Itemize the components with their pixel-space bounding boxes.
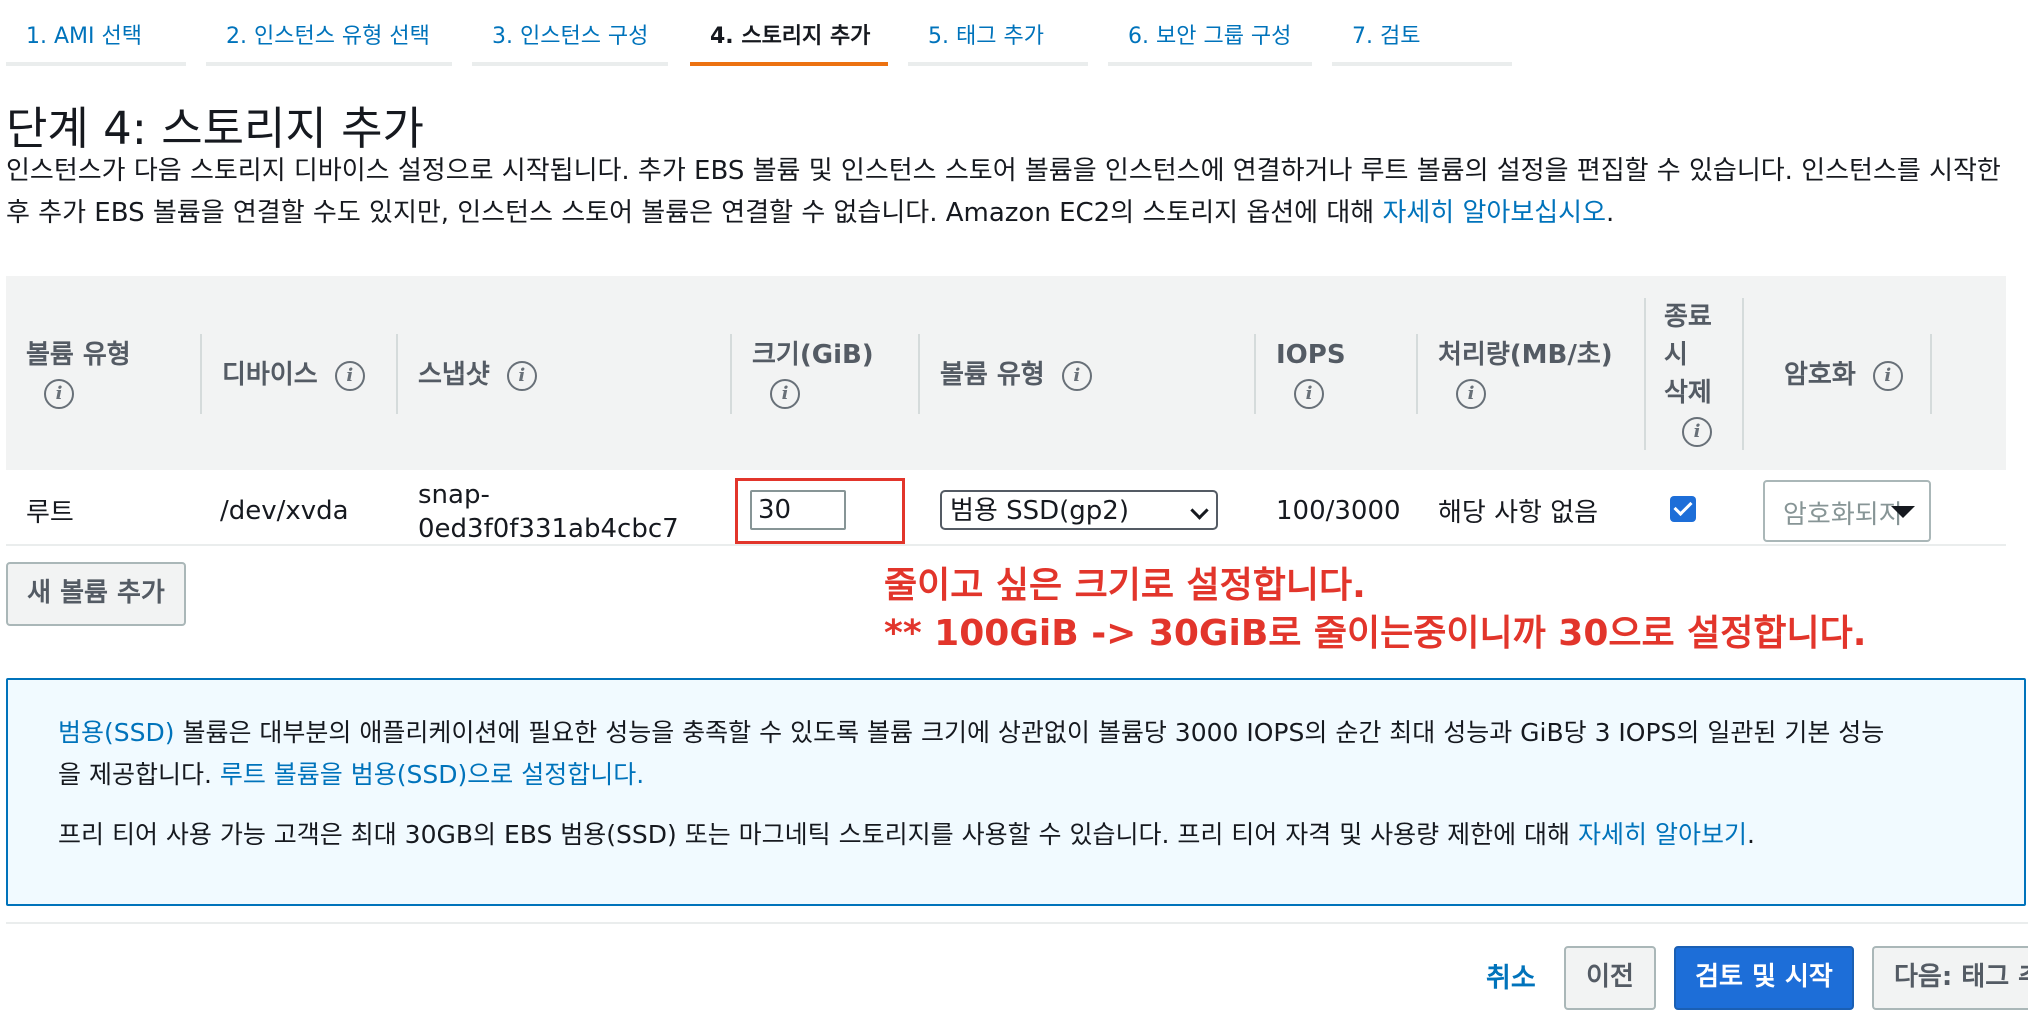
info-paragraph-2: 프리 티어 사용 가능 고객은 최대 30GB의 EBS 범용(SSD) 또는 … [58,820,1755,849]
header-volume-type: 볼륨 유형 i [26,336,131,412]
info-icon[interactable]: i [1872,360,1903,391]
header-iops: IOPS i [1276,336,1346,412]
info-box: 범용(SSD) 볼륨은 대부분의 애플리케이션에 필요한 성능을 충족할 수 있… [6,678,2026,906]
volume-type-select[interactable]: 범용 SSD(gp2) [940,490,1218,530]
tab-add-storage[interactable]: 4. 스토리지 추가 [690,0,888,66]
info-icon[interactable]: i [506,360,537,391]
cell-device: /dev/xvda [220,496,349,526]
cell-throughput: 해당 사항 없음 [1438,498,1599,528]
header-device: 디바이스 i [222,356,365,394]
tab-add-tags[interactable]: 5. 태그 추가 [908,0,1088,66]
description-line-1: 인스턴스가 다음 스토리지 디바이스 설정으로 시작됩니다. 추가 EBS 볼륨… [6,156,2001,186]
next-add-tags-button[interactable]: 다음: 태그 추가 [1872,946,2028,1010]
info-icon[interactable]: i [1682,416,1712,447]
set-root-ssd-link[interactable]: 루트 볼륨을 범용(SSD)으로 설정합니다. [220,760,644,789]
learn-more-storage-link[interactable]: 자세히 알아보십시오 [1382,198,1606,228]
previous-button[interactable]: 이전 [1564,946,1656,1010]
cell-iops: 100/3000 [1276,496,1401,526]
info-icon[interactable]: i [1061,360,1092,391]
info-icon[interactable]: i [770,378,800,409]
footer-divider [6,922,2028,924]
cancel-link[interactable]: 취소 [1486,956,1536,995]
review-and-launch-button[interactable]: 검토 및 시작 [1674,946,1854,1010]
header-volume-kind: 볼륨 유형 i [940,356,1092,394]
annotation-line-1: 줄이고 싶은 크기로 설정합니다. [884,565,1366,606]
tab-security-group[interactable]: 6. 보안 그룹 구성 [1108,0,1312,66]
header-throughput: 처리량(MB/초) i [1438,336,1613,412]
description-line-2: 후 추가 EBS 볼륨을 연결할 수도 있지만, 인스턴스 스토어 볼륨은 연결… [6,198,1375,228]
cell-snapshot: snap- 0ed3f0f331ab4cbc7 [418,480,679,544]
delete-on-termination-checkbox[interactable] [1670,496,1696,522]
tab-ami[interactable]: 1. AMI 선택 [6,0,186,66]
page-title: 단계 4: 스토리지 추가 [6,102,424,155]
info-icon[interactable]: i [44,378,74,409]
cell-volume-type: 루트 [26,498,74,528]
info-icon[interactable]: i [1294,378,1324,409]
dropdown-arrow-icon [1891,506,1915,518]
header-size: 크기(GiB) i [752,336,874,412]
tab-configure-instance[interactable]: 3. 인스턴스 구성 [472,0,668,66]
encryption-select[interactable]: 암호화되지 [1763,480,1931,542]
info-icon[interactable]: i [1456,378,1486,409]
info-paragraph-1: 범용(SSD) 볼륨은 대부분의 애플리케이션에 필요한 성능을 충족할 수 있… [58,718,1885,789]
annotation-line-2: ** 100GiB -> 30GiB로 줄이는중이니까 30으로 설정합니다. [884,613,1867,654]
header-delete-on-termination: 종료 시 삭제 i [1664,298,1712,450]
general-purpose-ssd-link[interactable]: 범용(SSD) [58,718,175,747]
header-encryption: 암호화 i [1784,356,1903,394]
description-period: . [1606,198,1615,228]
add-volume-button[interactable]: 새 볼륨 추가 [6,562,186,626]
highlight-box [735,478,905,544]
header-snapshot: 스냅샷 i [418,356,537,394]
chevron-down-icon [1190,501,1209,520]
page-description: 인스턴스가 다음 스토리지 디바이스 설정으로 시작됩니다. 추가 EBS 볼륨… [6,150,2026,234]
free-tier-learn-more-link[interactable]: 자세히 알아보기 [1578,820,1747,849]
tab-instance-type[interactable]: 2. 인스턴스 유형 선택 [206,0,452,66]
tab-review[interactable]: 7. 검토 [1332,0,1512,66]
info-icon[interactable]: i [334,360,365,391]
